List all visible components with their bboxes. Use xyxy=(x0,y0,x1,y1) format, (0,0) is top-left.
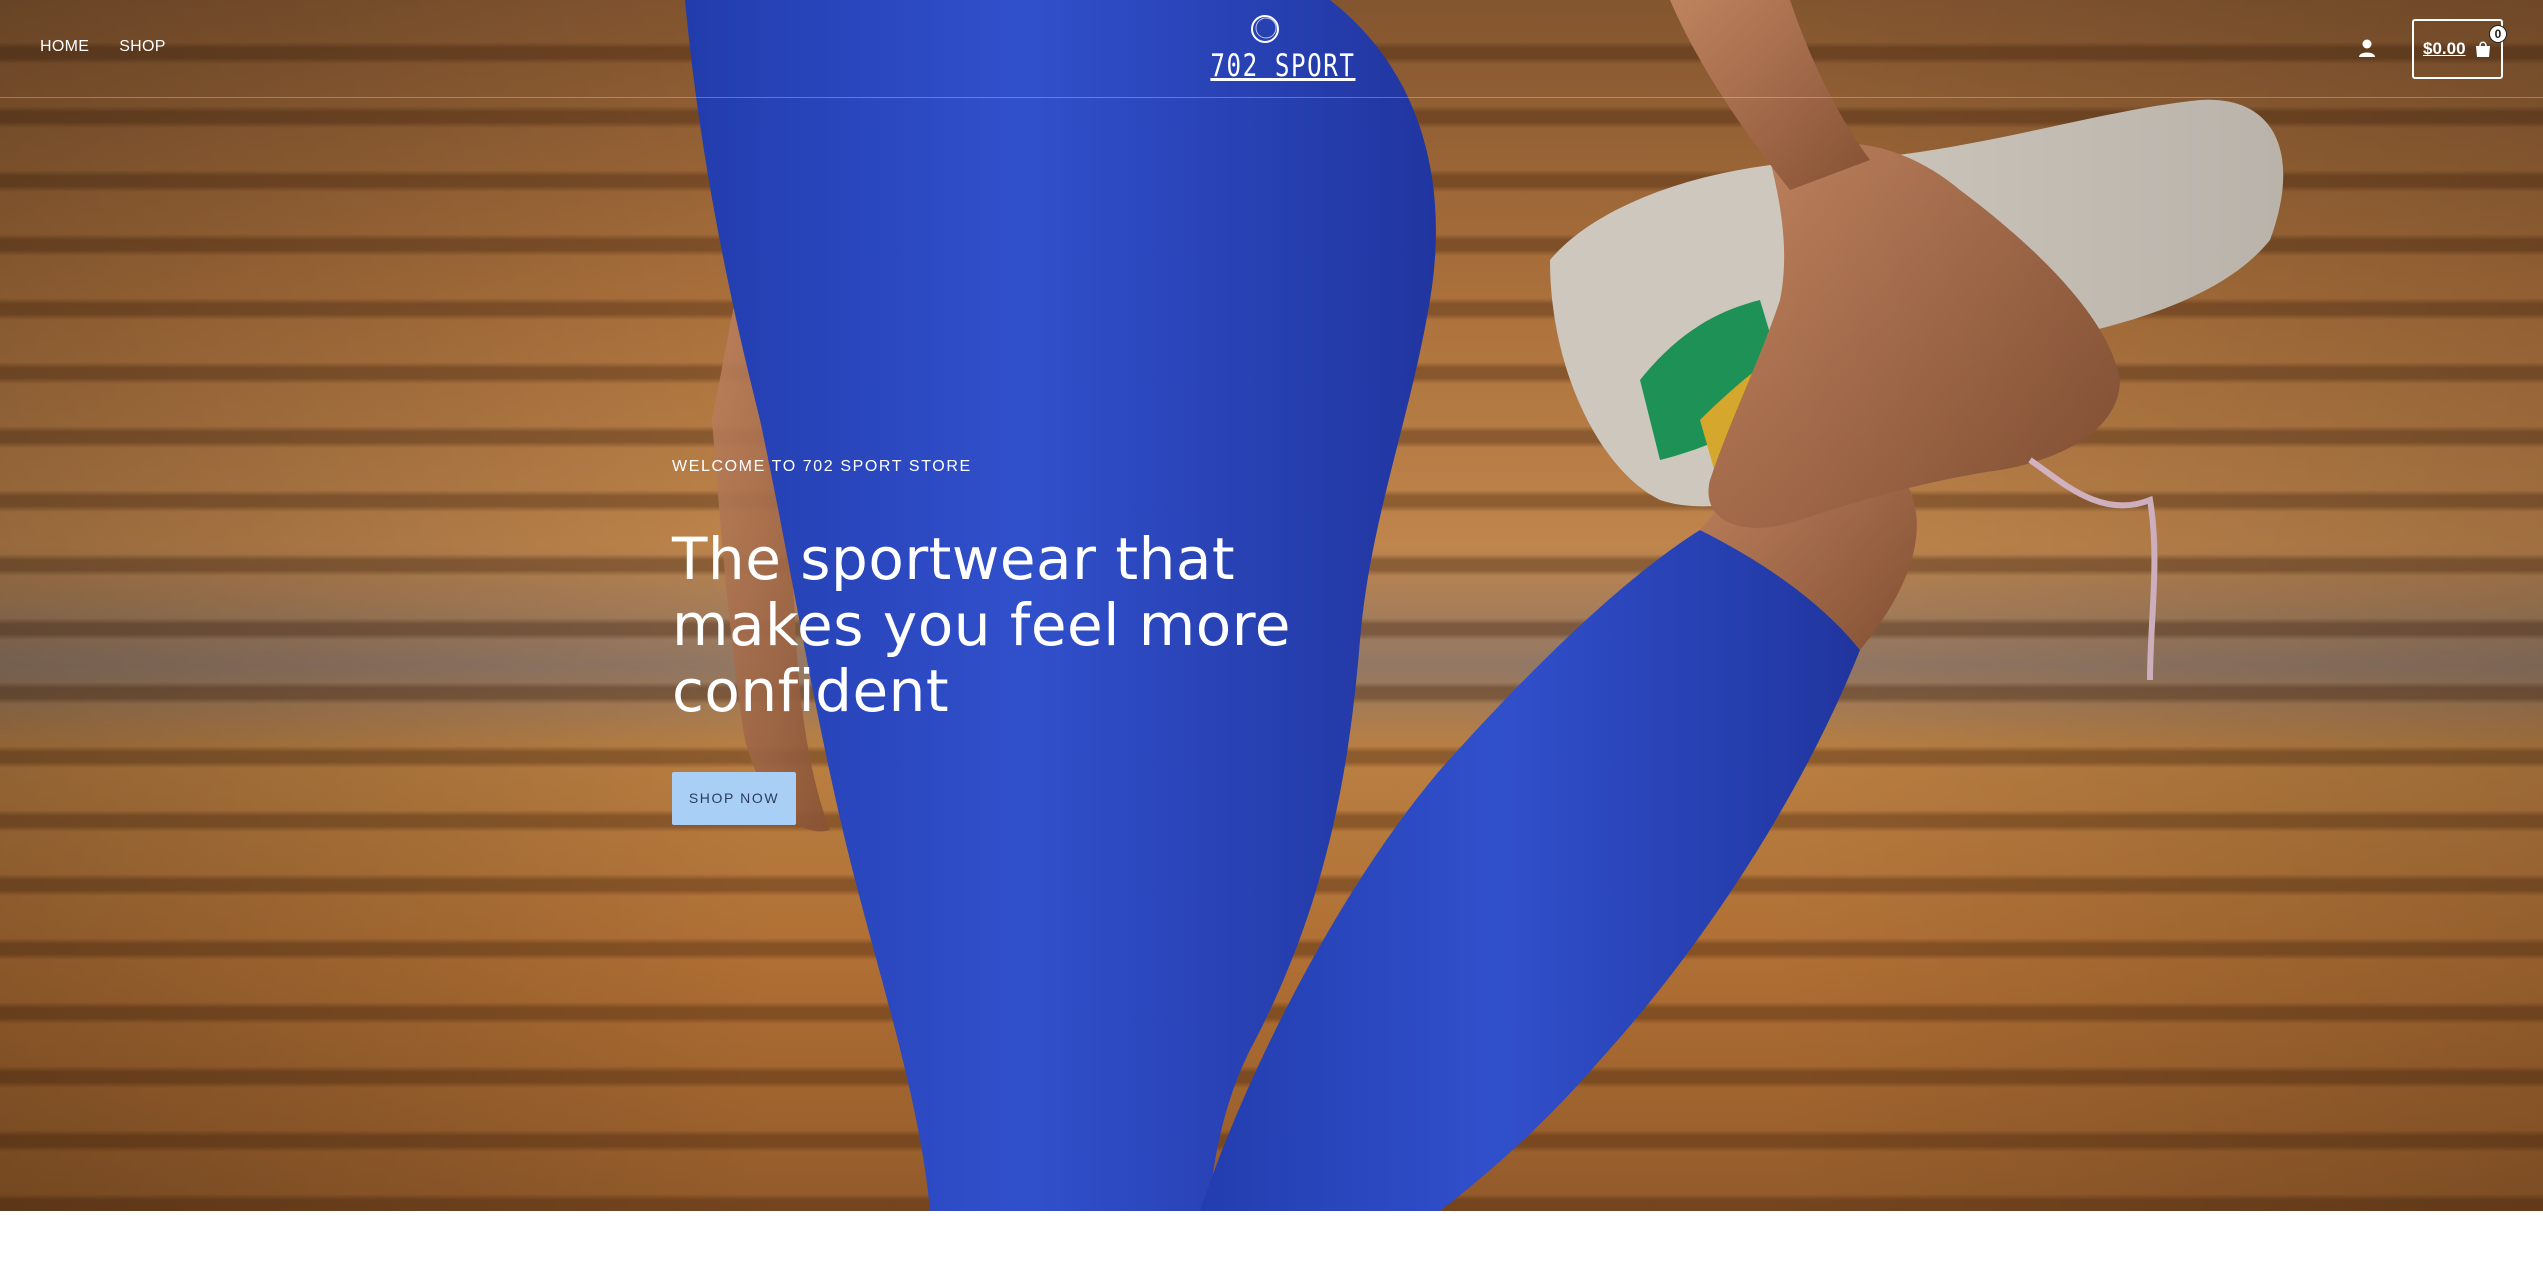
hero-eyebrow: WELCOME TO 702 SPORT STORE xyxy=(672,458,972,475)
shopping-bag-icon xyxy=(2475,41,2490,57)
cart-total: $0.00 xyxy=(2423,39,2466,58)
nav-home-link[interactable]: HOME xyxy=(40,38,89,56)
shop-now-button[interactable]: SHOP NOW xyxy=(672,772,796,825)
cart-count-badge: 0 xyxy=(2489,25,2507,43)
hero-headline: The sportwear that makes you feel more c… xyxy=(672,526,1312,724)
site-header: HOME SHOP 702 SPORT $0.00 0 xyxy=(0,0,2543,98)
hero-content: WELCOME TO 702 SPORT STORE The sportwear… xyxy=(672,458,1312,825)
site-logo[interactable]: 702 SPORT xyxy=(1195,12,1356,87)
cart-button[interactable]: $0.00 0 xyxy=(2412,19,2507,79)
hero-headline-line: confident xyxy=(672,657,950,725)
main-nav: HOME SHOP xyxy=(40,38,166,56)
nav-shop-link[interactable]: SHOP xyxy=(119,38,166,56)
logo-ring-icon xyxy=(1251,15,1279,43)
below-fold-section xyxy=(0,1211,2543,1287)
user-icon[interactable] xyxy=(2357,38,2377,58)
hero-headline-line: The sportwear that xyxy=(672,525,1236,593)
logo-text: 702 SPORT xyxy=(1210,48,1356,84)
hero-headline-line: makes you feel more xyxy=(672,591,1291,659)
